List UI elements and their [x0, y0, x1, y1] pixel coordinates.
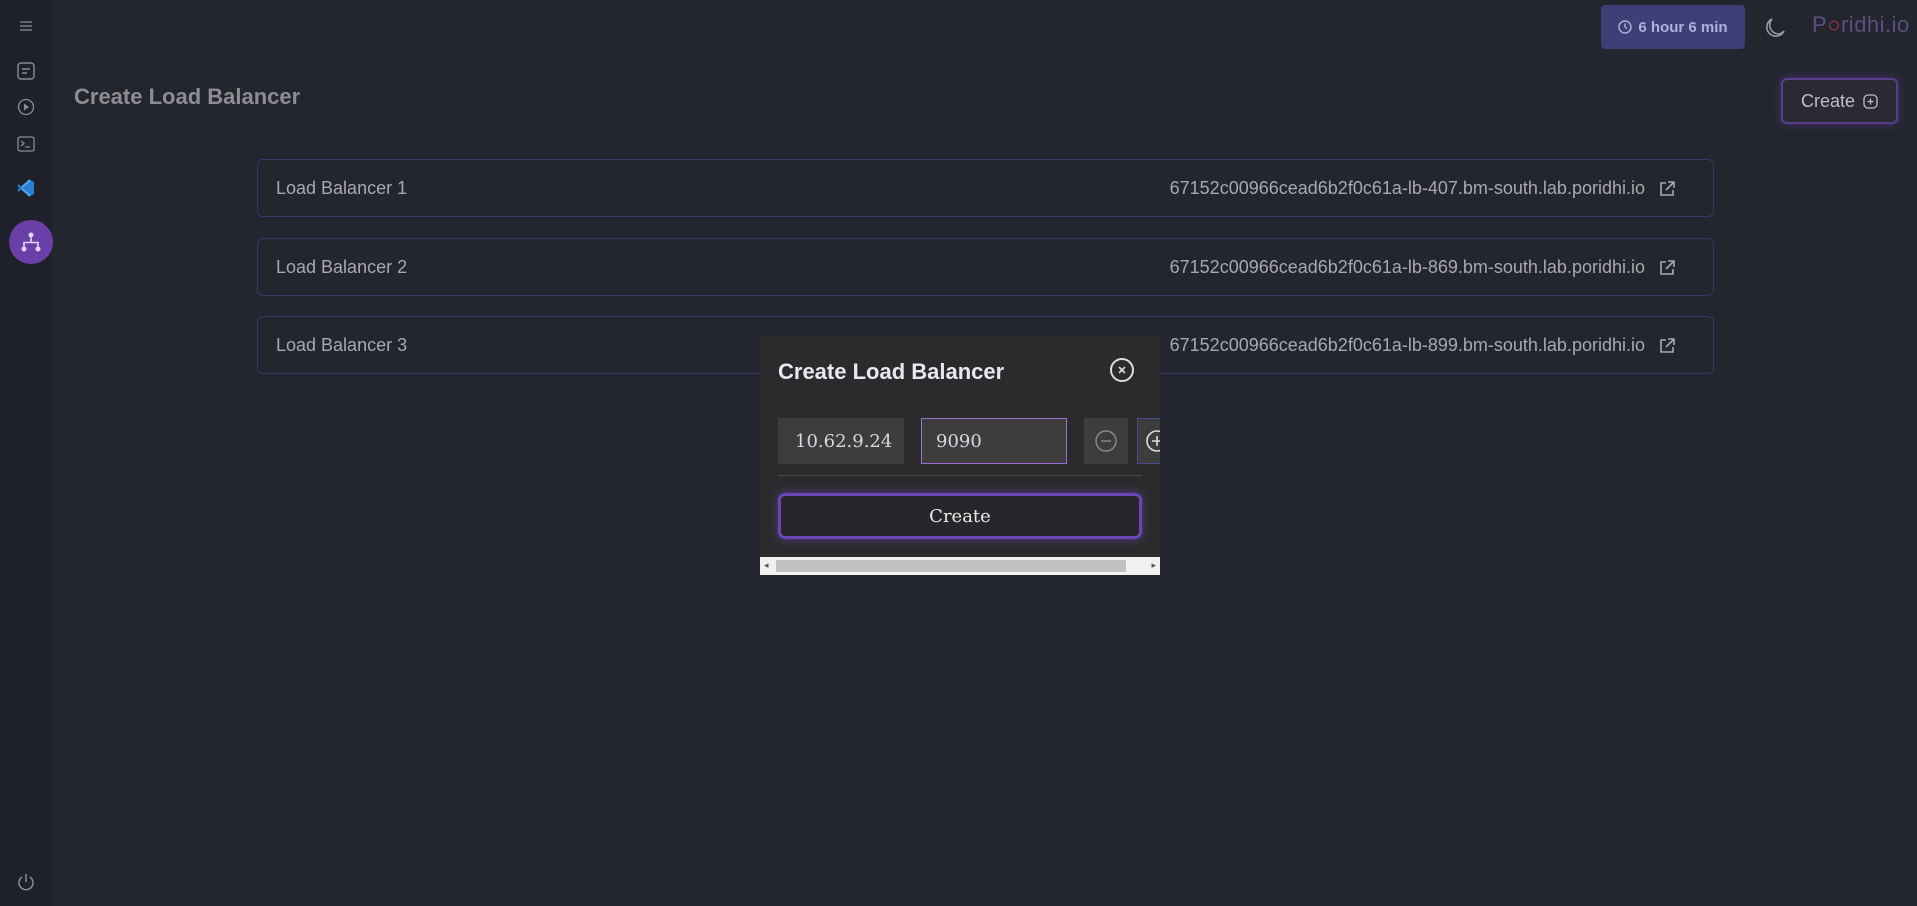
- timer-badge: 6 hour 6 min: [1601, 5, 1745, 49]
- menu-icon[interactable]: [0, 16, 52, 36]
- list-item: Load Balancer 1 67152c00966cead6b2f0c61a…: [257, 159, 1714, 217]
- moon-icon[interactable]: [1762, 14, 1788, 45]
- external-link-icon[interactable]: [1658, 180, 1676, 203]
- lb-name: Load Balancer 1: [276, 177, 408, 198]
- clock-icon: [1618, 20, 1633, 34]
- vscode-icon[interactable]: [0, 177, 52, 199]
- power-icon[interactable]: [0, 871, 52, 893]
- add-button[interactable]: [1137, 418, 1160, 464]
- logo: P○ridhi.io: [1812, 12, 1910, 37]
- terminal-icon[interactable]: [0, 134, 52, 154]
- lb-name: Load Balancer 3: [276, 334, 408, 355]
- scroll-left-icon[interactable]: ◂: [764, 560, 769, 571]
- create-button[interactable]: Create: [1781, 78, 1898, 124]
- remove-button[interactable]: [1084, 418, 1128, 464]
- list-item: Load Balancer 2 67152c00966cead6b2f0c61a…: [257, 238, 1714, 296]
- create-button-label: Create: [1800, 90, 1856, 111]
- sidebar: [0, 0, 53, 906]
- lb-url[interactable]: 67152c00966cead6b2f0c61a-lb-407.bm-south…: [1170, 178, 1645, 199]
- play-icon[interactable]: [0, 97, 52, 117]
- minus-circle-icon: [1095, 430, 1117, 452]
- lb-url[interactable]: 67152c00966cead6b2f0c61a-lb-869.bm-south…: [1170, 257, 1645, 278]
- ip-address-field[interactable]: [778, 418, 904, 464]
- document-icon[interactable]: [0, 60, 52, 82]
- load-balancer-nav-icon[interactable]: [9, 220, 53, 264]
- horizontal-scrollbar[interactable]: ◂ ▸: [760, 557, 1160, 575]
- modal-title: Create Load Balancer: [778, 359, 1005, 384]
- external-link-icon[interactable]: [1658, 337, 1676, 360]
- page-title: Create Load Balancer: [74, 84, 301, 109]
- divider: [778, 475, 1142, 476]
- plus-circle-icon: [1146, 430, 1160, 452]
- close-icon[interactable]: [1110, 358, 1134, 382]
- modal-create-button[interactable]: Create: [778, 493, 1142, 539]
- lb-url[interactable]: 67152c00966cead6b2f0c61a-lb-899.bm-south…: [1170, 335, 1645, 356]
- plus-circle-icon: [1863, 93, 1878, 109]
- lb-name: Load Balancer 2: [276, 256, 408, 277]
- scroll-right-icon[interactable]: ▸: [1151, 560, 1156, 571]
- create-load-balancer-modal: Create Load Balancer Create ◂ ▸: [760, 335, 1160, 575]
- timer-label: 6 hour 6 min: [1638, 18, 1728, 36]
- external-link-icon[interactable]: [1658, 259, 1676, 282]
- scrollbar-thumb[interactable]: [776, 560, 1126, 572]
- port-field[interactable]: [921, 418, 1067, 464]
